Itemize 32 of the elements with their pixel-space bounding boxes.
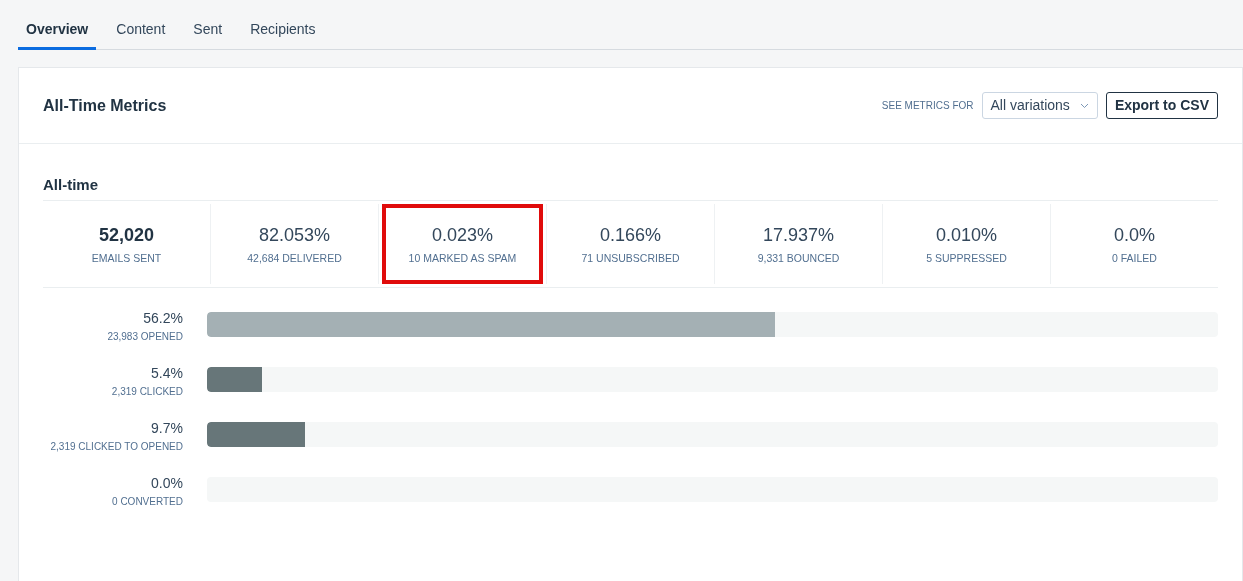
bar-label: 23,983 OPENED [107, 330, 183, 344]
filter-label: SEE METRICS FOR [881, 99, 974, 113]
tab[interactable]: Recipients [242, 12, 324, 50]
tab[interactable]: Sent [185, 12, 231, 50]
chevron-down-icon [1079, 102, 1089, 109]
stat-label: 5 SUPPRESSED [926, 250, 1007, 266]
bar-percent: 56.2% [143, 309, 183, 328]
stat-value: 17.937% [762, 223, 834, 247]
card-title: All-Time Metrics [43, 95, 167, 116]
stat-value: 0.010% [935, 223, 998, 247]
bar-label: 0 CONVERTED [112, 495, 183, 509]
stat-label: 71 UNSUBSCRIBED [581, 250, 680, 266]
bar-percent: 5.4% [151, 364, 183, 383]
stat-value: 0.0% [1113, 223, 1155, 247]
stat-label: 9,331 BOUNCED [757, 250, 840, 266]
stat-value: 0.023% [431, 223, 494, 247]
bar-percent: 0.0% [151, 474, 183, 493]
stat-label: 10 MARKED AS SPAM [408, 250, 517, 266]
tab[interactable]: Content [108, 12, 174, 50]
stat-label: EMAILS SENT [91, 250, 162, 266]
bar-percent: 9.7% [151, 419, 183, 438]
stat-label: 0 FAILED [1112, 250, 1157, 266]
bar-label: 2,319 CLICKED TO OPENED [50, 440, 183, 454]
tab[interactable]: Overview [18, 12, 97, 50]
section-title: All-time [43, 175, 99, 195]
bar-label: 2,319 CLICKED [111, 385, 183, 399]
stat-value: 0.166% [599, 223, 662, 247]
stat-value: 82.053% [258, 223, 331, 247]
variations-dropdown[interactable]: All variations [981, 92, 1098, 119]
stat-value: 52,020 [98, 223, 155, 247]
export-button[interactable]: Export to CSV [1105, 92, 1218, 119]
stat-label: 42,684 DELIVERED [247, 250, 342, 266]
